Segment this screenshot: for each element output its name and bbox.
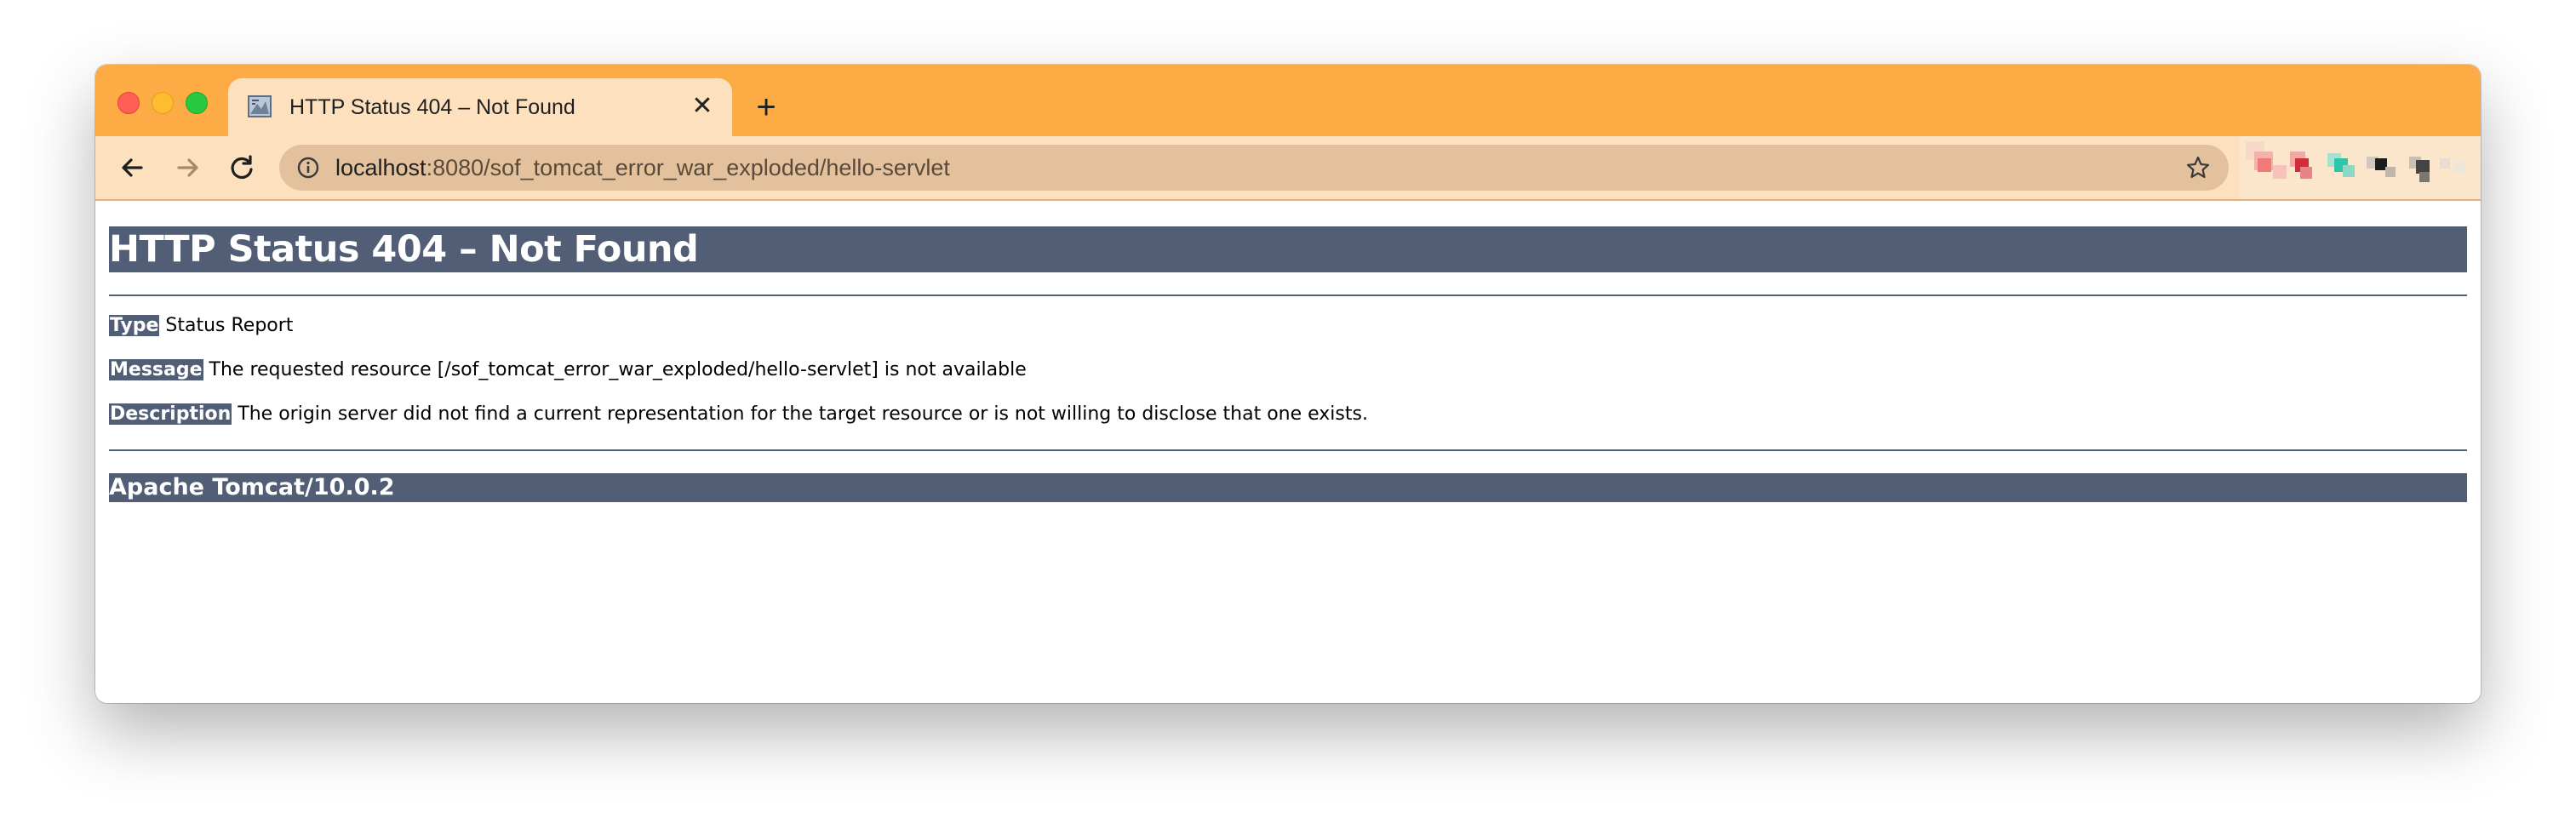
browser-toolbar: localhost:8080/sof_tomcat_error_war_expl…	[95, 136, 2481, 201]
info-icon[interactable]	[296, 156, 320, 180]
zoom-window-button[interactable]	[186, 92, 208, 114]
extensions-area	[2239, 136, 2481, 199]
tab-strip: HTTP Status 404 – Not Found ✕ +	[95, 65, 2481, 136]
new-tab-button[interactable]: +	[751, 90, 781, 124]
address-bar[interactable]: localhost:8080/sof_tomcat_error_war_expl…	[279, 145, 2229, 191]
url-path: :8080/sof_tomcat_error_war_exploded/hell…	[426, 155, 950, 180]
message-row: Message The requested resource [/sof_tom…	[109, 359, 1027, 380]
back-button[interactable]	[116, 151, 150, 185]
description-label: Description	[109, 403, 232, 425]
divider	[109, 449, 2467, 451]
browser-window: HTTP Status 404 – Not Found ✕ + localhos…	[95, 65, 2481, 703]
tab-title: HTTP Status 404 – Not Found	[289, 95, 575, 119]
desktop-background: HTTP Status 404 – Not Found ✕ + localhos…	[0, 0, 2576, 829]
server-footer: Apache Tomcat/10.0.2	[109, 473, 2467, 502]
type-label: Type	[109, 315, 160, 336]
url-text[interactable]: localhost:8080/sof_tomcat_error_war_expl…	[335, 155, 950, 181]
reload-icon	[231, 155, 253, 180]
type-value: Status Report	[165, 315, 294, 336]
tomcat-favicon-icon	[247, 94, 272, 119]
close-window-button[interactable]	[117, 92, 140, 114]
message-value: The requested resource [/sof_tomcat_erro…	[209, 359, 1027, 380]
star-icon[interactable]	[2184, 154, 2212, 181]
blurred-extension-icons	[2239, 136, 2481, 199]
arrow-left-icon	[122, 158, 143, 177]
arrow-right-icon	[177, 158, 198, 177]
message-label: Message	[109, 359, 203, 380]
forward-button[interactable]	[170, 151, 204, 185]
description-value: The origin server did not find a current…	[238, 403, 1368, 425]
description-row: Description The origin server did not fi…	[109, 403, 1368, 425]
url-host: localhost	[335, 155, 426, 180]
page-content: HTTP Status 404 – Not Found Type Status …	[95, 201, 2481, 703]
reload-button[interactable]	[225, 151, 259, 185]
divider	[109, 294, 2467, 296]
tab-close-icon[interactable]: ✕	[690, 94, 715, 119]
minimize-window-button[interactable]	[152, 92, 174, 114]
type-row: Type Status Report	[109, 315, 293, 336]
tab-active[interactable]: HTTP Status 404 – Not Found ✕	[228, 78, 732, 136]
page-title: HTTP Status 404 – Not Found	[109, 226, 2467, 272]
